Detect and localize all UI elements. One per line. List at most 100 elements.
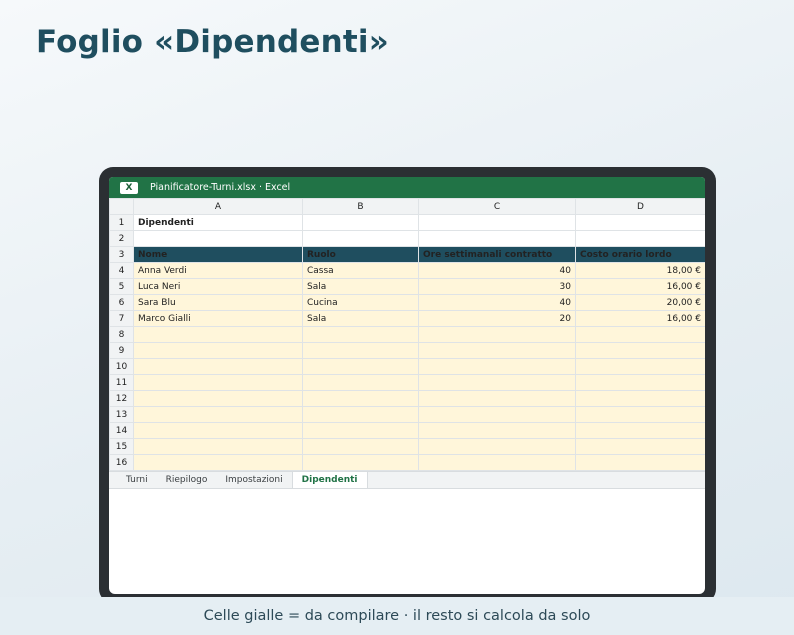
cell-c6[interactable]: 40 xyxy=(418,294,576,311)
cell-d5[interactable]: 16,00 € xyxy=(575,278,705,295)
row-header[interactable]: 4 xyxy=(109,262,134,279)
sheet-row: 12 xyxy=(109,390,705,407)
cell-b11[interactable] xyxy=(302,374,419,391)
cell-a4[interactable]: Anna Verdi xyxy=(133,262,303,279)
column-header-c[interactable]: C xyxy=(418,198,576,215)
cell-a2[interactable] xyxy=(133,230,303,247)
cell-a12[interactable] xyxy=(133,390,303,407)
row-header[interactable]: 11 xyxy=(109,374,134,391)
cell-c4[interactable]: 40 xyxy=(418,262,576,279)
row-header[interactable]: 2 xyxy=(109,230,134,247)
cell-a15[interactable] xyxy=(133,438,303,455)
cell-d14[interactable] xyxy=(575,422,705,439)
cell-d15[interactable] xyxy=(575,438,705,455)
cell-d6[interactable]: 20,00 € xyxy=(575,294,705,311)
cell-d8[interactable] xyxy=(575,326,705,343)
cell-c3[interactable]: Ore settimanali contratto xyxy=(418,246,576,263)
cell-c9[interactable] xyxy=(418,342,576,359)
column-header-a[interactable]: A xyxy=(133,198,303,215)
cell-b16[interactable] xyxy=(302,454,419,471)
cell-c5[interactable]: 30 xyxy=(418,278,576,295)
row-header[interactable]: 10 xyxy=(109,358,134,375)
cell-d11[interactable] xyxy=(575,374,705,391)
cell-c16[interactable] xyxy=(418,454,576,471)
cell-c8[interactable] xyxy=(418,326,576,343)
cell-b4[interactable]: Cassa xyxy=(302,262,419,279)
sheet-tab-impostazioni[interactable]: Impostazioni xyxy=(216,472,291,488)
cell-b14[interactable] xyxy=(302,422,419,439)
cell-a13[interactable] xyxy=(133,406,303,423)
cell-d7[interactable]: 16,00 € xyxy=(575,310,705,327)
row-header[interactable]: 7 xyxy=(109,310,134,327)
row-header[interactable]: 16 xyxy=(109,454,134,471)
cell-c14[interactable] xyxy=(418,422,576,439)
cell-d9[interactable] xyxy=(575,342,705,359)
cell-c11[interactable] xyxy=(418,374,576,391)
cell-d10[interactable] xyxy=(575,358,705,375)
column-header-row: A B C D xyxy=(109,198,705,215)
window-titlebar: X Pianificatore-Turni.xlsx · Excel xyxy=(109,177,705,198)
cell-a10[interactable] xyxy=(133,358,303,375)
cell-d2[interactable] xyxy=(575,230,705,247)
sheet-row: 13 xyxy=(109,406,705,423)
cell-b3[interactable]: Ruolo xyxy=(302,246,419,263)
sheet-row: 9 xyxy=(109,342,705,359)
cell-b5[interactable]: Sala xyxy=(302,278,419,295)
sheet-row: 6 Sara Blu Cucina 40 20,00 € xyxy=(109,294,705,311)
column-header-d[interactable]: D xyxy=(575,198,705,215)
cell-a11[interactable] xyxy=(133,374,303,391)
cell-c13[interactable] xyxy=(418,406,576,423)
cell-c2[interactable] xyxy=(418,230,576,247)
cell-c15[interactable] xyxy=(418,438,576,455)
row-header[interactable]: 8 xyxy=(109,326,134,343)
cell-b12[interactable] xyxy=(302,390,419,407)
sheet-tab-riepilogo[interactable]: Riepilogo xyxy=(157,472,217,488)
cell-a14[interactable] xyxy=(133,422,303,439)
cell-c7[interactable]: 20 xyxy=(418,310,576,327)
cell-b7[interactable]: Sala xyxy=(302,310,419,327)
cell-b6[interactable]: Cucina xyxy=(302,294,419,311)
row-header[interactable]: 15 xyxy=(109,438,134,455)
cell-a8[interactable] xyxy=(133,326,303,343)
row-header[interactable]: 5 xyxy=(109,278,134,295)
row-header[interactable]: 6 xyxy=(109,294,134,311)
sheet-tab-dipendenti[interactable]: Dipendenti xyxy=(291,472,368,488)
cell-d3[interactable]: Costo orario lordo xyxy=(575,246,705,263)
row-header[interactable]: 14 xyxy=(109,422,134,439)
cell-b13[interactable] xyxy=(302,406,419,423)
cell-c10[interactable] xyxy=(418,358,576,375)
select-all-corner[interactable] xyxy=(109,198,134,215)
cell-a16[interactable] xyxy=(133,454,303,471)
sheet-tab-turni[interactable]: Turni xyxy=(117,472,157,488)
cell-b1[interactable] xyxy=(302,214,419,231)
cell-b10[interactable] xyxy=(302,358,419,375)
cell-d1[interactable] xyxy=(575,214,705,231)
cell-a9[interactable] xyxy=(133,342,303,359)
cell-d12[interactable] xyxy=(575,390,705,407)
cell-b2[interactable] xyxy=(302,230,419,247)
row-header[interactable]: 3 xyxy=(109,246,134,263)
cell-d16[interactable] xyxy=(575,454,705,471)
cell-d13[interactable] xyxy=(575,406,705,423)
cell-c12[interactable] xyxy=(418,390,576,407)
row-header[interactable]: 1 xyxy=(109,214,134,231)
sheet-row: 7 Marco Gialli Sala 20 16,00 € xyxy=(109,310,705,327)
cell-a3[interactable]: Nome xyxy=(133,246,303,263)
row-header[interactable]: 13 xyxy=(109,406,134,423)
row-header[interactable]: 12 xyxy=(109,390,134,407)
cell-a5[interactable]: Luca Neri xyxy=(133,278,303,295)
cell-a1[interactable]: Dipendenti xyxy=(133,214,303,231)
sheet-row: 14 xyxy=(109,422,705,439)
cell-c1[interactable] xyxy=(418,214,576,231)
cell-b9[interactable] xyxy=(302,342,419,359)
cell-a6[interactable]: Sara Blu xyxy=(133,294,303,311)
cell-b15[interactable] xyxy=(302,438,419,455)
row-header[interactable]: 9 xyxy=(109,342,134,359)
page-title: Foglio «Dipendenti» xyxy=(36,24,389,60)
column-header-b[interactable]: B xyxy=(302,198,419,215)
cell-a7[interactable]: Marco Gialli xyxy=(133,310,303,327)
cell-d4[interactable]: 18,00 € xyxy=(575,262,705,279)
footer-caption: Celle gialle = da compilare · il resto s… xyxy=(0,597,794,635)
cell-b8[interactable] xyxy=(302,326,419,343)
sheet-row: 2 xyxy=(109,230,705,247)
